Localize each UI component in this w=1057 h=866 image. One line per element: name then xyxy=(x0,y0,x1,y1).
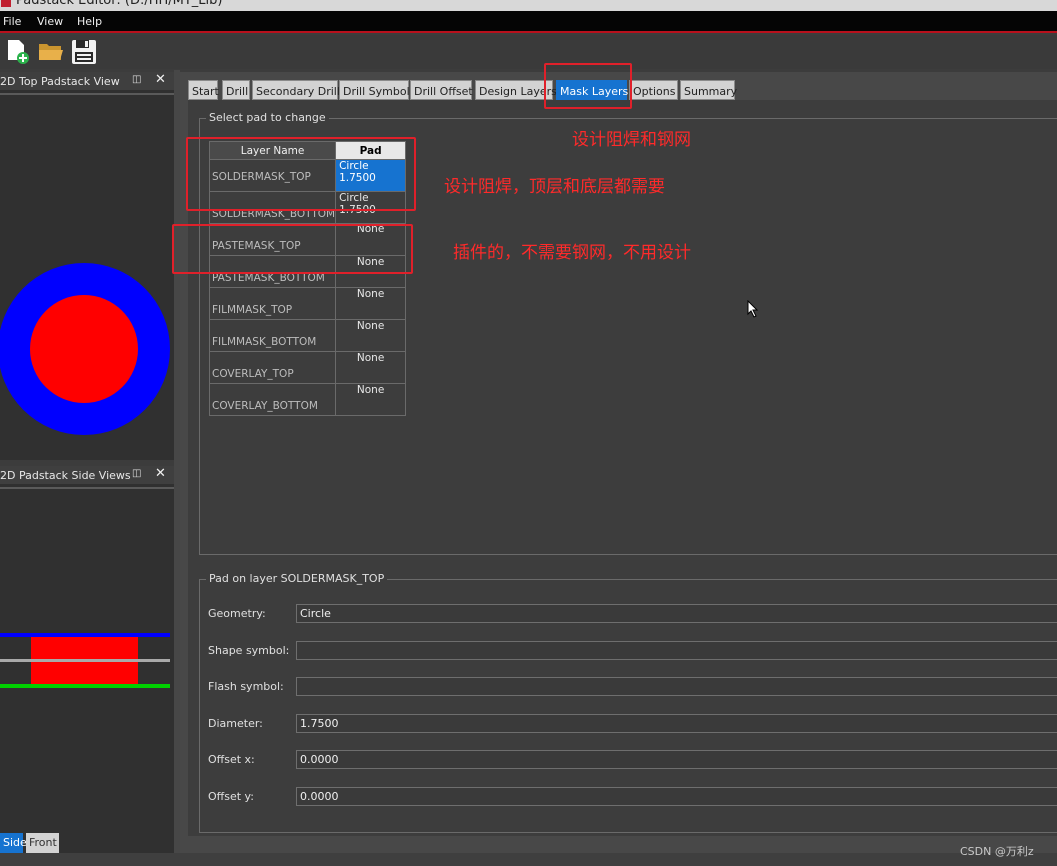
offset-y-label: Offset y: xyxy=(208,790,254,803)
annotation-box-soldermask xyxy=(186,137,416,211)
pad-cell[interactable]: None xyxy=(335,287,407,320)
pad-cell[interactable]: None xyxy=(335,319,407,352)
bottom-layer-line xyxy=(0,684,170,688)
offset-x-field[interactable]: 0.0000 xyxy=(296,750,1057,769)
tab-summary[interactable]: Summary xyxy=(680,80,737,100)
app-icon xyxy=(1,0,11,7)
annotation-text-2: 设计阻焊，顶层和底层都需要 xyxy=(444,177,665,197)
layer-name-cell: COVERLAY_BOTTOM xyxy=(208,383,337,416)
open-folder-icon xyxy=(39,44,63,60)
top-view-title: 2D Top Padstack View xyxy=(0,75,120,88)
toolbar xyxy=(0,35,1057,69)
save-disk-icon xyxy=(72,40,96,64)
padstack-editor-window: Padstack Editor: (D:/HH/MY_Lib) File Vie… xyxy=(0,0,1057,866)
tab-front[interactable]: Front xyxy=(26,833,59,853)
new-file-button[interactable] xyxy=(4,38,32,66)
top-layer-line xyxy=(0,633,170,637)
geometry-label: Geometry: xyxy=(208,607,266,620)
shape-symbol-field[interactable] xyxy=(296,641,1057,660)
top-view-canvas xyxy=(0,93,174,460)
watermark: CSDN @万利z xyxy=(960,845,1034,858)
float-icon[interactable]: ◫ xyxy=(132,74,141,85)
tab-drill-offset[interactable]: Drill Offset xyxy=(410,80,473,100)
new-file-icon xyxy=(8,40,29,64)
table-row: FILMMASK_TOP None xyxy=(208,287,407,320)
table-row: FILMMASK_BOTTOM None xyxy=(208,319,407,352)
layer-name-cell: FILMMASK_TOP xyxy=(208,287,337,320)
window-title: Padstack Editor: (D:/HH/MY_Lib) xyxy=(16,0,223,8)
flash-symbol-field[interactable] xyxy=(296,677,1057,696)
tab-drill[interactable]: Drill xyxy=(222,80,250,100)
menu-file[interactable]: File xyxy=(3,15,21,28)
shape-symbol-label: Shape symbol: xyxy=(208,644,290,657)
annotation-box-mask-tab xyxy=(544,63,632,109)
mouse-pointer-icon xyxy=(747,300,759,318)
float-icon[interactable]: ◫ xyxy=(132,468,141,479)
side-view-header: 2D Padstack Side Views ◫ ✕ xyxy=(0,466,174,484)
mid-layer-line xyxy=(0,659,170,662)
pad-cell[interactable]: None xyxy=(335,383,407,416)
padstack-top-drawing xyxy=(0,263,170,435)
layer-name-cell: FILMMASK_BOTTOM xyxy=(208,319,337,352)
tab-drill-symbol[interactable]: Drill Symbol xyxy=(339,80,410,100)
tab-side[interactable]: Side xyxy=(0,833,27,853)
menu-help[interactable]: Help xyxy=(77,15,102,28)
status-bar xyxy=(0,853,1057,866)
top-view-dock: 2D Top Padstack View ◫ ✕ xyxy=(0,72,174,460)
diameter-field[interactable]: 1.7500 xyxy=(296,714,1057,733)
close-icon[interactable]: ✕ xyxy=(155,72,166,87)
layer-name-cell: COVERLAY_TOP xyxy=(208,351,337,384)
menu-view[interactable]: View xyxy=(37,15,63,28)
side-view-canvas xyxy=(0,487,174,833)
tab-secondary-drill[interactable]: Secondary Drill xyxy=(252,80,340,100)
pad-cell[interactable]: None xyxy=(335,351,407,384)
flash-symbol-label: Flash symbol: xyxy=(208,680,284,693)
side-view-title: 2D Padstack Side Views xyxy=(0,469,131,482)
geometry-field[interactable]: Circle xyxy=(296,604,1057,623)
padstack-side-drawing xyxy=(0,633,170,688)
annotation-box-pastemask xyxy=(172,224,413,274)
tab-options[interactable]: Options xyxy=(629,80,678,100)
pad-properties-title: Pad on layer SOLDERMASK_TOP xyxy=(206,572,388,585)
table-row: COVERLAY_TOP None xyxy=(208,351,407,384)
tab-start[interactable]: Start xyxy=(188,80,219,100)
title-bar: Padstack Editor: (D:/HH/MY_Lib) xyxy=(0,0,1057,11)
annotation-text-1: 设计阻焊和钢网 xyxy=(572,130,691,150)
tab-design-layers[interactable]: Design Layers xyxy=(475,80,557,100)
top-view-header: 2D Top Padstack View ◫ ✕ xyxy=(0,72,174,90)
select-pad-title: Select pad to change xyxy=(206,111,329,124)
side-view-dock: 2D Padstack Side Views ◫ ✕ xyxy=(0,466,174,853)
pad-inner-circle xyxy=(30,295,138,403)
annotation-text-3: 插件的，不需要钢网，不用设计 xyxy=(453,243,691,263)
open-button[interactable] xyxy=(37,38,65,66)
table-row: COVERLAY_BOTTOM None xyxy=(208,383,407,416)
diameter-label: Diameter: xyxy=(208,717,263,730)
close-icon[interactable]: ✕ xyxy=(155,466,166,481)
menu-bar: File View Help xyxy=(0,11,1057,33)
save-button[interactable] xyxy=(70,38,98,66)
offset-y-field[interactable]: 0.0000 xyxy=(296,787,1057,806)
offset-x-label: Offset x: xyxy=(208,753,255,766)
